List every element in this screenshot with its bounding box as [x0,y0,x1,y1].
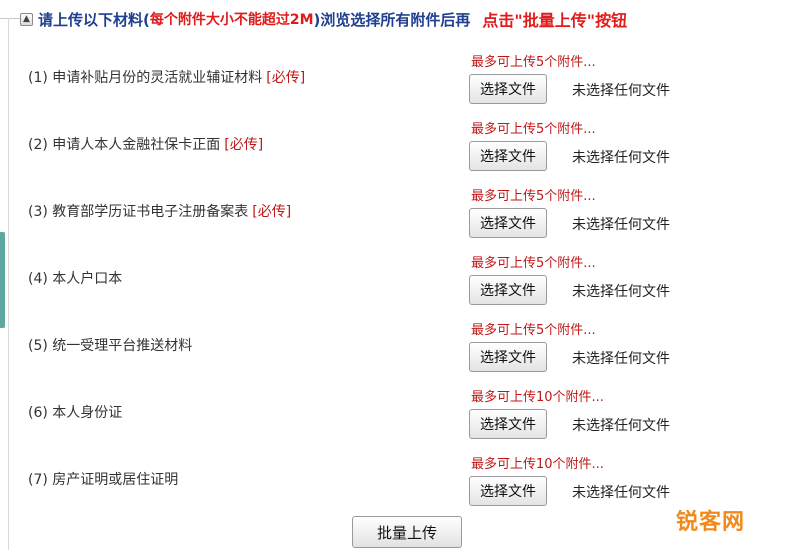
file-status: 未选择任何文件 [572,217,670,233]
material-label: (2) 申请人本人金融社保卡正面 [必传] [28,137,264,153]
file-status: 未选择任何文件 [572,284,670,300]
max-attachments-hint: 最多可上传5个附件... [471,189,596,204]
watermark-logo: 锐客网 [676,510,746,535]
file-status: 未选择任何文件 [572,485,670,501]
file-status: 未选择任何文件 [572,150,670,166]
required-tag: [必传] [266,70,306,86]
material-label: (7) 房产证明或居住证明 [28,472,179,488]
choose-file-button[interactable]: 选择文件 [469,74,547,104]
choose-file-button[interactable]: 选择文件 [469,409,547,439]
upload-row-4: 最多可上传5个附件... (4) 本人户口本 选择文件 未选择任何文件 [0,251,800,311]
max-attachments-hint: 最多可上传10个附件... [471,457,604,472]
material-label: (3) 教育部学历证书电子注册备案表 [必传] [28,204,292,220]
batch-upload-button[interactable]: 批量上传 [352,516,462,548]
upload-row-7: 最多可上传10个附件... (7) 房产证明或居住证明 选择文件 未选择任何文件 [0,452,800,512]
material-label: (1) 申请补贴月份的灵活就业辅证材料 [必传] [28,70,306,86]
batch-instruction-text: 点击"批量上传"按钮 [482,11,628,30]
size-limit-text: 每个附件大小不能超过2M [149,12,314,28]
max-attachments-hint: 最多可上传5个附件... [471,256,596,271]
upload-row-5: 最多可上传5个附件... (5) 统一受理平台推送材料 选择文件 未选择任何文件 [0,318,800,378]
choose-file-button[interactable]: 选择文件 [469,275,547,305]
material-label: (4) 本人户口本 [28,271,123,287]
upload-row-3: 最多可上传5个附件... (3) 教育部学历证书电子注册备案表 [必传] 选择文件… [0,184,800,244]
header-text-1: 请上传以下材料( [38,10,150,29]
file-status: 未选择任何文件 [572,351,670,367]
required-tag: [必传] [224,137,264,153]
upload-row-6: 最多可上传10个附件... (6) 本人身份证 选择文件 未选择任何文件 [0,385,800,445]
header-text-2: )浏览选择所有附件后再 [313,10,471,29]
choose-file-button[interactable]: 选择文件 [469,342,547,372]
collapse-icon[interactable]: ▲ [20,12,33,26]
max-attachments-hint: 最多可上传10个附件... [471,390,604,405]
max-attachments-hint: 最多可上传5个附件... [471,122,596,137]
material-label: (6) 本人身份证 [28,405,123,421]
file-status: 未选择任何文件 [572,83,670,99]
choose-file-button[interactable]: 选择文件 [469,141,547,171]
upload-row-2: 最多可上传5个附件... (2) 申请人本人金融社保卡正面 [必传] 选择文件 未… [0,117,800,177]
choose-file-button[interactable]: 选择文件 [469,208,547,238]
frame-line [0,18,20,19]
section-header: ▲ 请上传以下材料( 每个附件大小不能超过2M )浏览选择所有附件后再 点击"批… [20,6,800,32]
material-label: (5) 统一受理平台推送材料 [28,338,193,354]
required-tag: [必传] [252,204,292,220]
file-status: 未选择任何文件 [572,418,670,434]
max-attachments-hint: 最多可上传5个附件... [471,55,596,70]
choose-file-button[interactable]: 选择文件 [469,476,547,506]
max-attachments-hint: 最多可上传5个附件... [471,323,596,338]
upload-row-1: 最多可上传5个附件... (1) 申请补贴月份的灵活就业辅证材料 [必传] 选择文… [0,50,800,110]
